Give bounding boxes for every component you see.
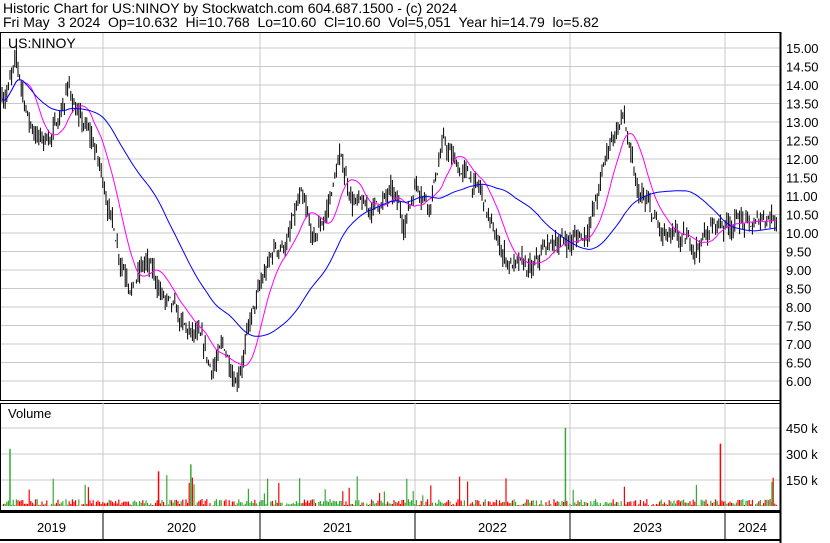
year-label: 2021 [323,520,352,535]
year-label: 2019 [37,520,66,535]
price-tick-label: 14.50 [786,60,819,75]
price-panel [0,32,781,401]
price-chart: 15.00 14.50 14.00 13.50 13.00 12.50 12.00 11.50… [0,32,819,543]
price-tick-label: 9.50 [786,245,811,260]
chart-window: Historic Chart for US:NINOY by Stockwatc… [0,0,830,543]
volume-tick-label: 300 k [786,447,818,462]
symbol-label: US:NINOY [8,35,76,51]
short-moving-average [1,79,777,367]
year-label: 2022 [478,520,507,535]
price-tick-label: 7.50 [786,319,811,334]
year-label: 2020 [167,520,196,535]
year-label: 2023 [633,520,662,535]
price-tick-label: 7.00 [786,337,811,352]
price-tick-label: 9.00 [786,263,811,278]
price-tick-label: 10.00 [786,226,819,241]
price-tick-label: 8.00 [786,300,811,315]
price-tick-label: 14.00 [786,78,819,93]
price-tick-label: 13.50 [786,97,819,112]
price-tick-label: 12.50 [786,134,819,149]
year-label: 2024 [738,520,767,535]
price-tick-label: 10.50 [786,208,819,223]
volume-tick-label: 450 k [786,421,818,436]
price-tick-label: 13.00 [786,115,819,130]
price-tick-label: 12.00 [786,152,819,167]
price-tick-label: 11.50 [786,171,818,186]
price-tick-label: 8.50 [786,282,811,297]
price-tick-label: 11.00 [786,189,818,204]
price-tick-label: 15.00 [786,41,819,56]
price-tick-label: 6.00 [786,374,811,389]
price-tick-label: 6.50 [786,356,811,371]
volume-panel [0,403,781,511]
volume-label: Volume [8,406,51,421]
volume-tick-label: 150 k [786,473,818,488]
